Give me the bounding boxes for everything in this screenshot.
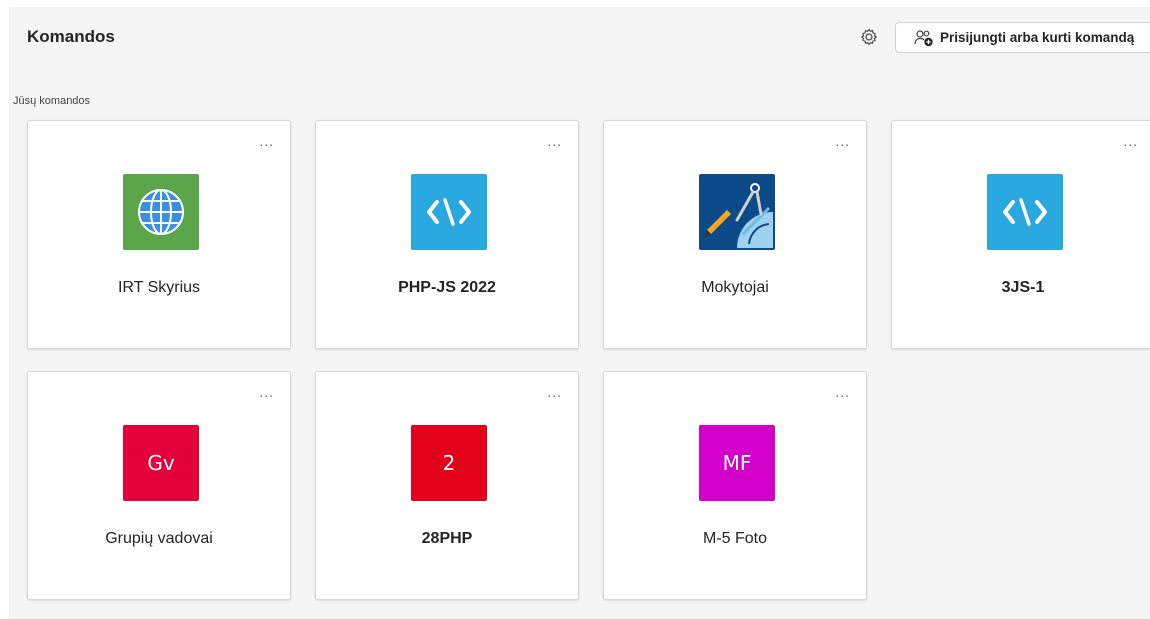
- code-icon: [1003, 198, 1047, 226]
- team-name: Mokytojai: [701, 279, 769, 296]
- geometry-tools-icon: [704, 183, 773, 248]
- more-options-button[interactable]: ...: [259, 133, 274, 149]
- team-name: M-5 Foto: [702, 530, 767, 547]
- team-card[interactable]: ... Gv Grupių vadovai: [27, 371, 291, 600]
- team-name: PHP-JS 2022: [398, 279, 496, 296]
- more-options-button[interactable]: ...: [1123, 133, 1138, 149]
- more-options-button[interactable]: ...: [835, 384, 850, 400]
- team-logo: MF: [699, 425, 775, 501]
- team-initials: 2: [442, 451, 456, 475]
- join-button-label: Prisijungti arba kurti komandą: [940, 30, 1135, 45]
- settings-button[interactable]: [859, 27, 879, 47]
- page-title: Komandos: [27, 27, 115, 46]
- team-card[interactable]: ... IRT Skyrius: [27, 120, 291, 349]
- more-options-button[interactable]: ...: [835, 133, 850, 149]
- team-initials: Gv: [147, 451, 175, 475]
- teams-page: Komandos Prisijungti arba kurti komandą …: [9, 7, 1150, 619]
- globe-icon: [138, 189, 184, 235]
- team-initials: MF: [722, 451, 752, 475]
- team-name: Grupių vadovai: [105, 530, 213, 547]
- team-card[interactable]: ... 3JS-1: [891, 120, 1150, 349]
- team-logo: [411, 174, 487, 250]
- people-add-icon: [914, 29, 933, 46]
- team-name: 3JS-1: [1001, 279, 1045, 296]
- team-name: 28PHP: [421, 530, 473, 547]
- team-logo: [123, 174, 199, 250]
- join-or-create-team-button[interactable]: Prisijungti arba kurti komandą: [895, 22, 1150, 53]
- more-options-button[interactable]: ...: [259, 384, 274, 400]
- team-card[interactable]: ... PHP-JS 2022: [315, 120, 579, 349]
- code-icon: [427, 198, 471, 226]
- team-card[interactable]: ... MF M-5 Foto: [603, 371, 867, 600]
- team-logo: Gv: [123, 425, 199, 501]
- team-name: IRT Skyrius: [117, 279, 201, 296]
- section-label: Jūsų komandos: [13, 95, 91, 107]
- team-logo: [987, 174, 1063, 250]
- team-card[interactable]: ... 2 28PHP: [315, 371, 579, 600]
- more-options-button[interactable]: ...: [547, 133, 562, 149]
- more-options-button[interactable]: ...: [547, 384, 562, 400]
- team-logo: [699, 174, 775, 250]
- gear-icon: [861, 28, 877, 46]
- team-card[interactable]: ... Mokytojai: [603, 120, 867, 349]
- team-logo: 2: [411, 425, 487, 501]
